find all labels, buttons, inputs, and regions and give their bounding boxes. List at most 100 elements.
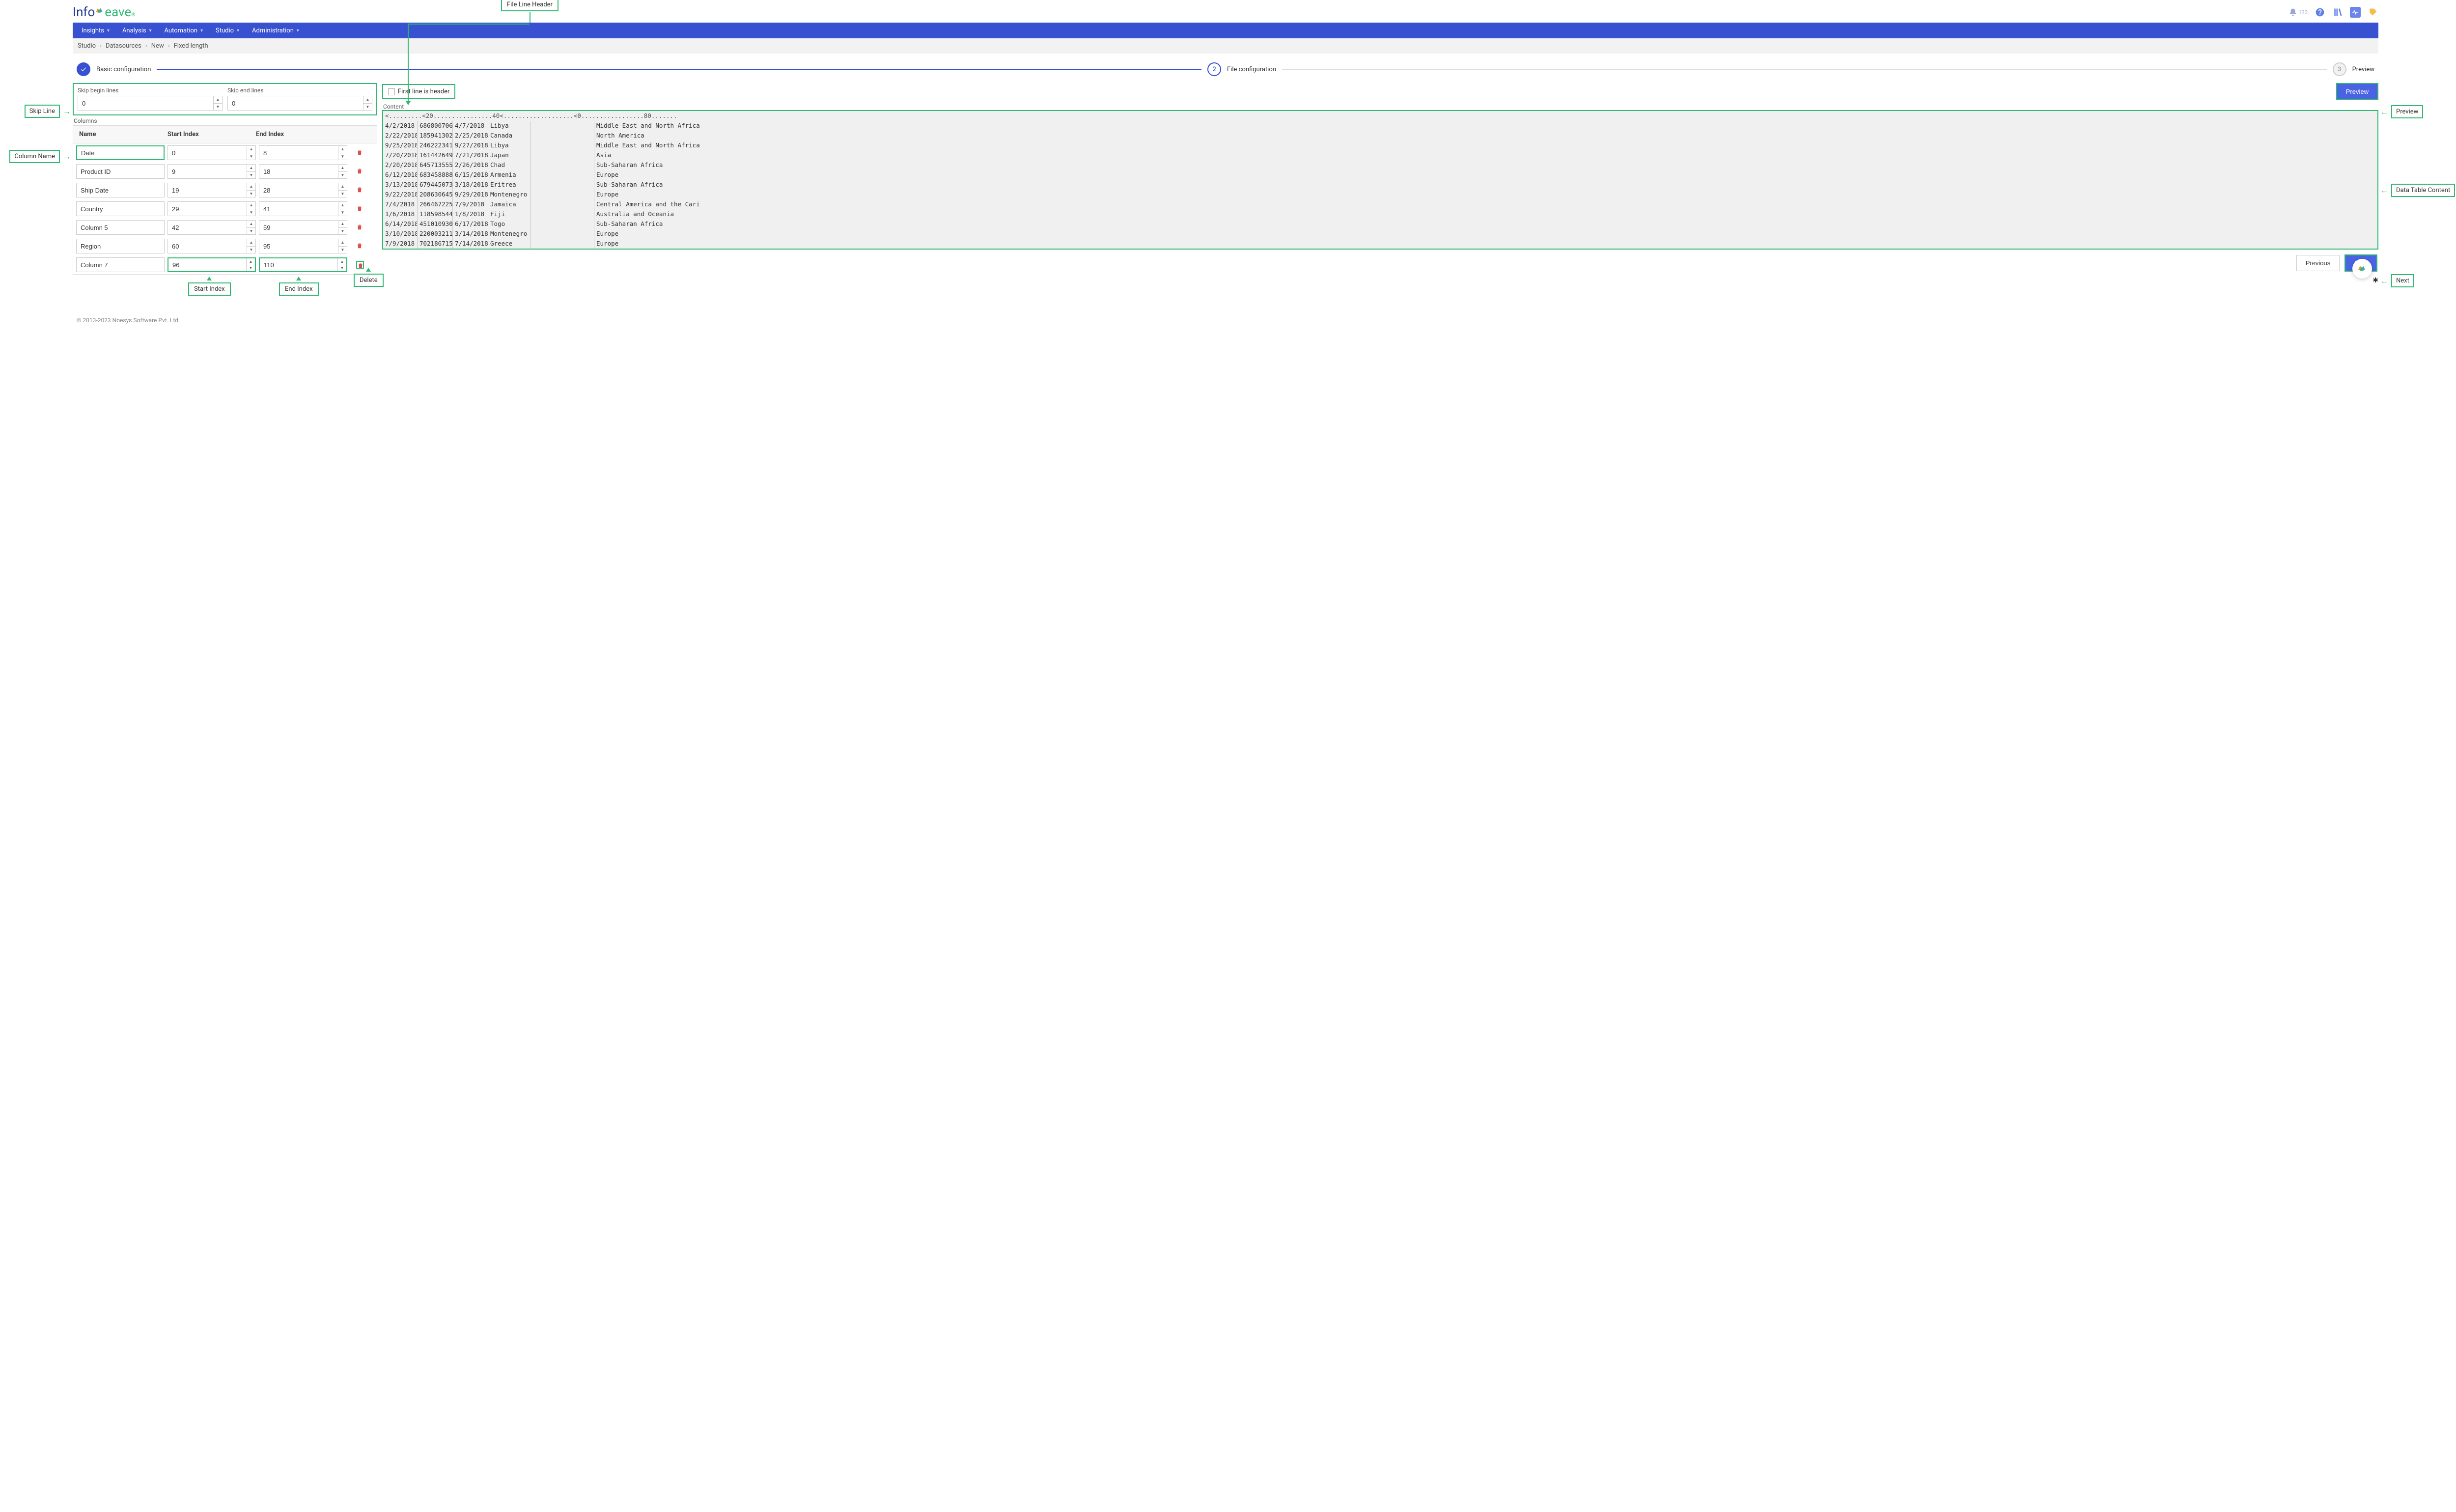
delete-row-button[interactable] (356, 224, 364, 231)
spin-down-icon[interactable]: ▼ (247, 228, 255, 235)
content-row: 7/4/2018 2664672257/9/2018 Jamaica Centr… (383, 199, 2377, 209)
end-index-input[interactable]: ▲▼ (259, 220, 347, 235)
spin-down-icon[interactable]: ▼ (338, 191, 347, 197)
nav-administration[interactable]: Administration▼ (247, 23, 305, 38)
tag-button[interactable] (2368, 7, 2378, 18)
nav-automation[interactable]: Automation▼ (159, 23, 209, 38)
spin-down-icon[interactable]: ▼ (338, 228, 347, 235)
spin-up-icon[interactable]: ▲ (247, 202, 255, 209)
end-index-input[interactable]: ▲▼ (259, 239, 347, 253)
start-index-input[interactable]: ▲▼ (167, 257, 256, 272)
skip-begin-input[interactable]: ▲▼ (78, 96, 223, 111)
spin-down-icon[interactable]: ▼ (247, 191, 255, 197)
trash-icon (356, 186, 363, 193)
checkbox-icon[interactable] (388, 88, 395, 95)
end-index-input[interactable]: ▲▼ (259, 164, 347, 179)
column-name-input[interactable] (76, 239, 165, 253)
spin-down-icon[interactable]: ▼ (363, 104, 372, 111)
spin-up-icon[interactable]: ▲ (338, 258, 346, 265)
breadcrumb-item[interactable]: New (151, 42, 164, 50)
spin-up-icon[interactable]: ▲ (247, 258, 255, 265)
skip-end-input[interactable]: ▲▼ (227, 96, 372, 111)
spin-down-icon[interactable]: ▼ (247, 247, 255, 253)
first-line-header-toggle[interactable]: First line is header (382, 84, 455, 99)
column-name-input[interactable] (76, 164, 165, 179)
end-index-input[interactable]: ▲▼ (259, 183, 347, 197)
spin-up-icon[interactable]: ▲ (338, 183, 347, 191)
spin-down-icon[interactable]: ▼ (247, 172, 255, 179)
spin-down-icon[interactable]: ▼ (338, 247, 347, 253)
delete-row-button[interactable] (356, 149, 364, 157)
monitor-button[interactable] (2350, 7, 2361, 18)
annot-next: Next (2391, 274, 2414, 287)
spin-up-icon[interactable]: ▲ (338, 146, 347, 153)
spin-up-icon[interactable]: ▲ (247, 221, 255, 228)
nav-studio[interactable]: Studio▼ (211, 23, 245, 38)
content-row: 2/22/20181859413022/25/2018Canada North … (383, 131, 2377, 140)
annot-file-line-header: File Line Header (501, 0, 558, 11)
breadcrumb-item[interactable]: Studio (78, 42, 96, 50)
help-button[interactable] (2315, 7, 2325, 18)
step-2-circle[interactable]: 2 (1207, 62, 1221, 76)
start-index-input[interactable]: ▲▼ (167, 183, 256, 197)
step-3-circle[interactable]: 3 (2333, 62, 2346, 76)
table-row: ▲▼▲▼ (73, 143, 377, 162)
spin-up-icon[interactable]: ▲ (247, 146, 255, 153)
delete-row-button[interactable] (356, 242, 364, 250)
spin-up-icon[interactable]: ▲ (338, 165, 347, 172)
annot-start-index: Start Index (188, 282, 231, 296)
spin-up-icon[interactable]: ▲ (338, 239, 347, 247)
spin-up-icon[interactable]: ▲ (363, 96, 372, 104)
spin-up-icon[interactable]: ▲ (247, 183, 255, 191)
spin-up-icon[interactable]: ▲ (247, 239, 255, 247)
spin-up-icon[interactable]: ▲ (338, 202, 347, 209)
preview-button[interactable]: Preview (2336, 83, 2378, 100)
delete-row-button[interactable] (356, 168, 364, 175)
spin-down-icon[interactable]: ▼ (338, 172, 347, 179)
start-index-input[interactable]: ▲▼ (167, 164, 256, 179)
breadcrumb-item[interactable]: Datasources (106, 42, 141, 50)
heartbeat-icon (2351, 8, 2359, 16)
annot-delete: Delete (354, 274, 384, 287)
col-header-name: Name (73, 126, 162, 143)
delete-row-button[interactable] (356, 205, 364, 213)
spin-up-icon[interactable]: ▲ (247, 165, 255, 172)
arrow-left-icon: ← (2380, 276, 2388, 286)
delete-row-button[interactable] (356, 186, 364, 194)
trash-icon (356, 168, 363, 174)
spin-down-icon[interactable]: ▼ (247, 209, 255, 216)
column-name-input[interactable] (76, 257, 165, 272)
end-index-input[interactable]: ▲▼ (259, 145, 347, 160)
spin-down-icon[interactable]: ▼ (247, 153, 255, 160)
step-1-done[interactable] (77, 62, 90, 76)
end-index-input[interactable]: ▲▼ (259, 257, 347, 272)
column-name-input[interactable] (76, 145, 165, 160)
start-index-input[interactable]: ▲▼ (167, 239, 256, 253)
previous-button[interactable]: Previous (2296, 255, 2340, 271)
content-row: 6/14/20184510109306/17/2018Togo Sub-Saha… (383, 219, 2377, 229)
notifications-button[interactable]: 133 (2289, 8, 2308, 17)
spin-down-icon[interactable]: ▼ (338, 209, 347, 216)
spin-down-icon[interactable]: ▼ (338, 265, 346, 272)
library-button[interactable] (2332, 7, 2343, 18)
column-name-input[interactable] (76, 201, 165, 216)
floating-help-button[interactable] (2352, 259, 2372, 279)
spin-up-icon[interactable]: ▲ (214, 96, 222, 104)
breadcrumb-item: Fixed length (174, 42, 208, 50)
chevron-right-icon: › (168, 42, 170, 50)
column-name-input[interactable] (76, 220, 165, 235)
spin-up-icon[interactable]: ▲ (338, 221, 347, 228)
content-row: 2/20/20186457135552/26/2018Chad Sub-Saha… (383, 160, 2377, 170)
spin-down-icon[interactable]: ▼ (247, 265, 255, 272)
start-index-input[interactable]: ▲▼ (167, 220, 256, 235)
spin-down-icon[interactable]: ▼ (214, 104, 222, 111)
start-index-input[interactable]: ▲▼ (167, 145, 256, 160)
books-icon (2333, 7, 2343, 17)
end-index-input[interactable]: ▲▼ (259, 201, 347, 216)
start-index-input[interactable]: ▲▼ (167, 201, 256, 216)
nav-analysis[interactable]: Analysis▼ (117, 23, 158, 38)
content-label: Content (382, 103, 2378, 110)
spin-down-icon[interactable]: ▼ (338, 153, 347, 160)
column-name-input[interactable] (76, 183, 165, 197)
nav-insights[interactable]: Insights▼ (77, 23, 115, 38)
